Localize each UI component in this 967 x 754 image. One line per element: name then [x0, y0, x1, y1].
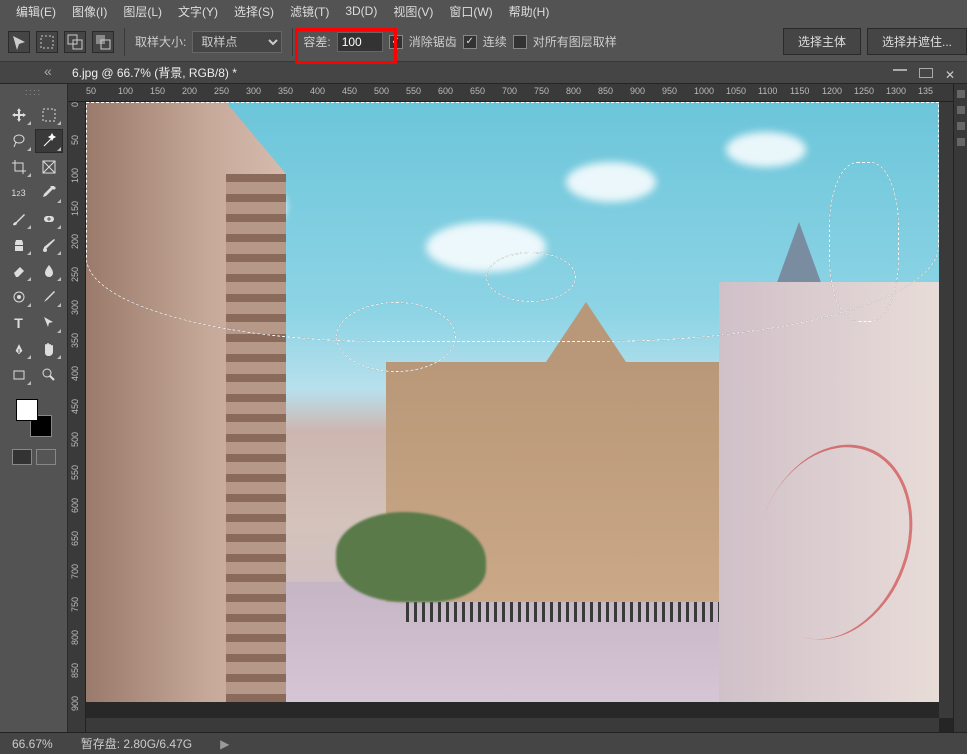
select-subject-button[interactable]: 选择主体	[783, 28, 861, 55]
toolbox-grip-icon[interactable]: ∷∷	[25, 88, 42, 99]
measure-tool[interactable]: 123	[5, 181, 33, 205]
zoom-tool[interactable]	[35, 363, 63, 387]
menu-bar: 编辑(E) 图像(I) 图层(L) 文字(Y) 选择(S) 滤镜(T) 3D(D…	[0, 0, 967, 22]
contiguous-label: 连续	[483, 33, 507, 50]
crop-tool[interactable]	[5, 155, 33, 179]
selection-add-icon[interactable]	[64, 31, 86, 53]
pen-tool[interactable]	[5, 337, 33, 361]
menu-text[interactable]: 文字(Y)	[170, 0, 226, 23]
status-bar: 66.67% 暂存盘: 2.80G/6.47G ▶	[0, 732, 967, 754]
menu-edit[interactable]: 编辑(E)	[8, 0, 64, 23]
frame-tool[interactable]	[35, 155, 63, 179]
document-tab-bar: « 6.jpg @ 66.7% (背景, RGB/8) * ✕	[0, 62, 967, 84]
maximize-icon[interactable]	[919, 68, 933, 78]
sample-size-label: 取样大小:	[135, 33, 186, 50]
hand-tool[interactable]	[35, 337, 63, 361]
selection-subtract-icon[interactable]	[92, 31, 114, 53]
lasso-tool[interactable]	[5, 129, 33, 153]
tolerance-input[interactable]	[337, 32, 383, 52]
selection-marquee	[336, 302, 456, 372]
selection-marquee	[86, 102, 939, 342]
select-and-mask-button[interactable]: 选择并遮住...	[867, 28, 967, 55]
type-tool[interactable]: T	[5, 311, 33, 335]
scratch-disk-readout: 暂存盘: 2.80G/6.47G	[81, 735, 192, 752]
path-select-tool[interactable]	[35, 311, 63, 335]
eraser-tool[interactable]	[5, 259, 33, 283]
selection-marquee	[829, 162, 899, 322]
anti-alias-label: 消除锯齿	[409, 33, 457, 50]
document-tab[interactable]: 6.jpg @ 66.7% (背景, RGB/8) *	[64, 64, 245, 81]
color-replace-tool[interactable]	[35, 233, 63, 257]
workspace: ∷∷ 123 T 5010015020025030035040045050055…	[0, 84, 967, 732]
canvas[interactable]	[86, 102, 939, 718]
foreground-color-swatch[interactable]	[16, 399, 38, 421]
tool-preset-icon[interactable]	[8, 31, 30, 53]
canvas-area: 5010015020025030035040045050055060065070…	[68, 84, 953, 732]
quick-mask-toggle[interactable]	[12, 449, 56, 465]
collapse-icon[interactable]: «	[44, 63, 52, 79]
magic-wand-tool[interactable]	[35, 129, 63, 153]
ruler-horizontal[interactable]: 5010015020025030035040045050055060065070…	[68, 84, 953, 102]
menu-select[interactable]: 选择(S)	[226, 0, 282, 23]
anti-alias-checkbox[interactable]: ✓	[389, 35, 403, 49]
eyedropper-tool[interactable]	[35, 181, 63, 205]
document-image[interactable]	[86, 102, 939, 702]
scrollbar-vertical[interactable]	[939, 102, 953, 718]
color-swatches[interactable]	[14, 399, 54, 439]
options-bar: 取样大小: 取样点 容差: ✓ 消除锯齿 ✓ 连续 对所有图层取样 选择主体 选…	[0, 22, 967, 62]
menu-filter[interactable]: 滤镜(T)	[282, 0, 337, 23]
sample-size-select[interactable]: 取样点	[192, 31, 282, 53]
panel-strip[interactable]	[953, 84, 967, 732]
toolbox: ∷∷ 123 T	[0, 84, 68, 732]
menu-view[interactable]: 视图(V)	[385, 0, 441, 23]
close-icon[interactable]: ✕	[945, 68, 959, 71]
selection-marquee	[486, 252, 576, 302]
zoom-readout[interactable]: 66.67%	[12, 737, 53, 751]
all-layers-label: 对所有图层取样	[533, 33, 617, 50]
ruler-vertical[interactable]: 0501001502002503003504004505005506006507…	[68, 102, 86, 732]
clone-tool[interactable]	[5, 233, 33, 257]
menu-window[interactable]: 窗口(W)	[441, 0, 500, 23]
blur-tool[interactable]	[35, 259, 63, 283]
menu-3d[interactable]: 3D(D)	[337, 1, 385, 21]
contiguous-checkbox[interactable]: ✓	[463, 35, 477, 49]
menu-layer[interactable]: 图层(L)	[115, 0, 170, 23]
menu-image[interactable]: 图像(I)	[64, 0, 115, 23]
all-layers-checkbox[interactable]	[513, 35, 527, 49]
scrollbar-horizontal[interactable]	[86, 718, 939, 732]
shape-tool[interactable]	[5, 363, 33, 387]
healing-tool[interactable]	[35, 207, 63, 231]
minimize-icon[interactable]	[893, 68, 907, 71]
brush-tool[interactable]	[5, 207, 33, 231]
smudge-tool[interactable]	[35, 285, 63, 309]
menu-help[interactable]: 帮助(H)	[501, 0, 558, 23]
history-brush-tool[interactable]	[5, 285, 33, 309]
tolerance-label: 容差:	[303, 33, 330, 50]
marquee-tool[interactable]	[35, 103, 63, 127]
selection-new-icon[interactable]	[36, 31, 58, 53]
move-tool[interactable]	[5, 103, 33, 127]
